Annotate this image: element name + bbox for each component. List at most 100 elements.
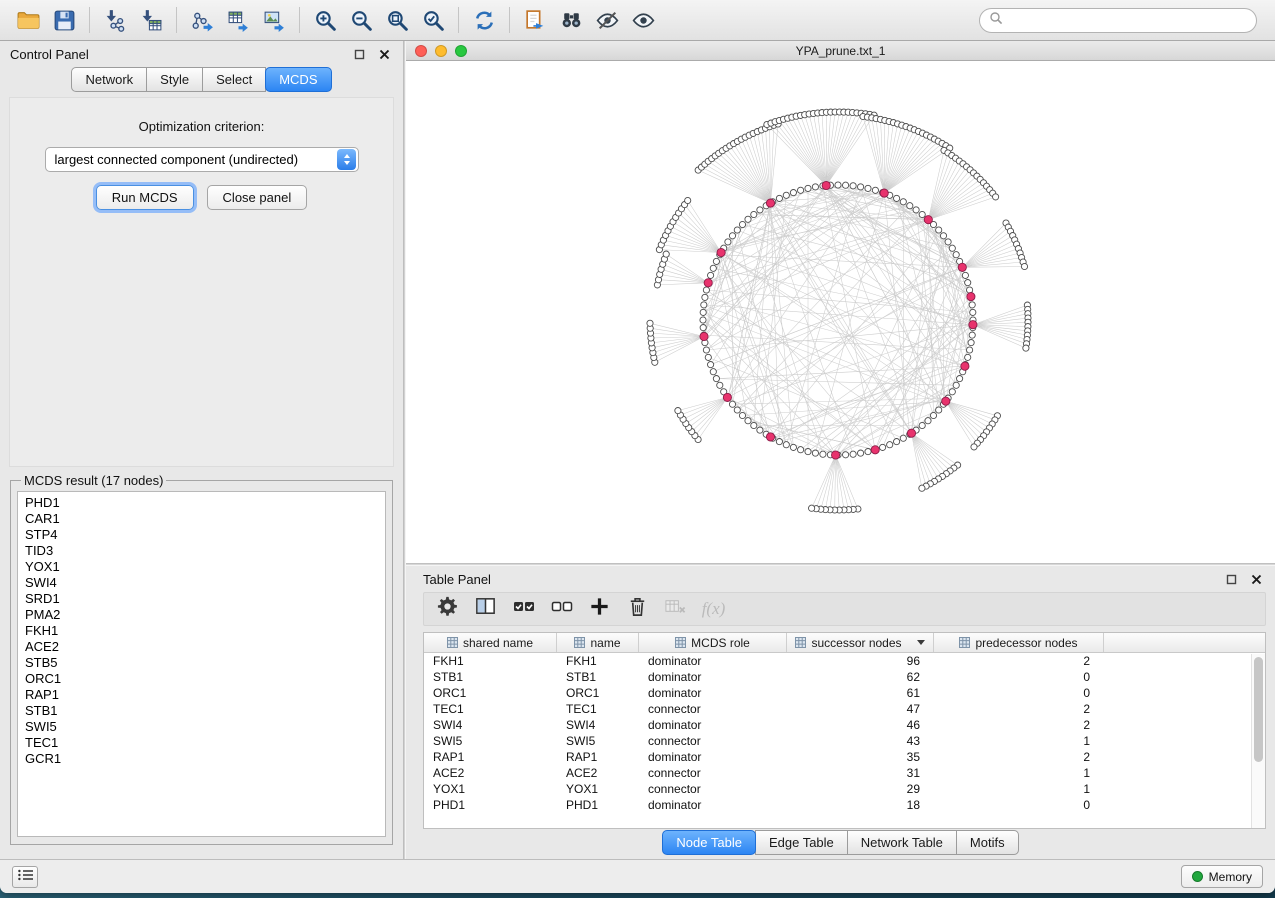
- zoom-out-button[interactable]: [343, 4, 379, 36]
- table-cell: 35: [787, 750, 934, 764]
- formula-builder-icon: f(x): [702, 599, 726, 619]
- zoom-in-button[interactable]: [307, 4, 343, 36]
- table-row[interactable]: SWI5SWI5connector431: [424, 733, 1265, 749]
- search-box[interactable]: [979, 8, 1257, 33]
- select-stepper-icon: [337, 149, 356, 170]
- table-scrollbar[interactable]: [1251, 654, 1265, 828]
- table-row[interactable]: FKH1FKH1dominator962: [424, 653, 1265, 669]
- zoom-fit-icon: [385, 8, 410, 33]
- close-panel-button[interactable]: Close panel: [207, 185, 308, 210]
- show-all-button[interactable]: [625, 4, 661, 36]
- column-type-icon: [574, 637, 585, 648]
- column-header-predecessor-nodes[interactable]: predecessor nodes: [934, 633, 1104, 652]
- table-cell: TEC1: [557, 702, 639, 716]
- table-cell: 43: [787, 734, 934, 748]
- column-header-successor-nodes[interactable]: successor nodes: [787, 633, 934, 652]
- status-bar: Memory: [0, 859, 1275, 893]
- refresh-view-button[interactable]: [466, 4, 502, 36]
- table-row[interactable]: STB1STB1dominator620: [424, 669, 1265, 685]
- mcds-result-item[interactable]: RAP1: [25, 687, 378, 703]
- close-panel-icon[interactable]: [375, 46, 393, 62]
- table-row[interactable]: SWI4SWI4dominator462: [424, 717, 1265, 733]
- mcds-result-item[interactable]: GCR1: [25, 751, 378, 767]
- mcds-result-item[interactable]: SWI4: [25, 575, 378, 591]
- minimize-window-button[interactable]: [435, 45, 447, 57]
- run-mcds-button[interactable]: Run MCDS: [96, 185, 194, 210]
- mcds-result-item[interactable]: PHD1: [25, 495, 378, 511]
- table-tab-motifs[interactable]: Motifs: [956, 830, 1019, 855]
- export-table-button[interactable]: [220, 4, 256, 36]
- table-row[interactable]: YOX1YOX1connector291: [424, 781, 1265, 797]
- select-all-button[interactable]: [508, 595, 539, 623]
- mcds-result-item[interactable]: ORC1: [25, 671, 378, 687]
- hide-selected-button[interactable]: [589, 4, 625, 36]
- column-label: successor nodes: [811, 636, 901, 650]
- search-input[interactable]: [1009, 13, 1247, 28]
- criterion-select[interactable]: largest connected component (undirected): [45, 147, 359, 172]
- table-cell: 29: [787, 782, 934, 796]
- table-options-button[interactable]: [432, 595, 463, 623]
- tab-style[interactable]: Style: [146, 67, 203, 92]
- mcds-result-item[interactable]: STB5: [25, 655, 378, 671]
- export-network-button[interactable]: [184, 4, 220, 36]
- import-table-button[interactable]: [133, 4, 169, 36]
- mcds-result-item[interactable]: YOX1: [25, 559, 378, 575]
- panels-menu-button[interactable]: [12, 866, 38, 888]
- save-session-button[interactable]: [46, 4, 82, 36]
- close-table-panel-icon[interactable]: [1247, 571, 1265, 587]
- mcds-result-item[interactable]: ACE2: [25, 639, 378, 655]
- table-row[interactable]: RAP1RAP1dominator352: [424, 749, 1265, 765]
- zoom-selected-button[interactable]: [415, 4, 451, 36]
- zoom-fit-button[interactable]: [379, 4, 415, 36]
- mcds-result-item[interactable]: TEC1: [25, 735, 378, 751]
- search-network-icon: [559, 8, 584, 33]
- memory-button[interactable]: Memory: [1181, 865, 1263, 888]
- table-tab-network-table[interactable]: Network Table: [847, 830, 957, 855]
- table-cell: STB1: [557, 670, 639, 684]
- mcds-result-item[interactable]: SWI5: [25, 719, 378, 735]
- add-column-icon: [588, 595, 611, 623]
- table-row[interactable]: PHD1PHD1dominator180: [424, 797, 1265, 813]
- table-row[interactable]: TEC1TEC1connector472: [424, 701, 1265, 717]
- table-tab-edge-table[interactable]: Edge Table: [755, 830, 848, 855]
- network-canvas[interactable]: [406, 61, 1275, 563]
- float-table-panel-icon[interactable]: [1222, 571, 1240, 587]
- maximize-window-button[interactable]: [455, 45, 467, 57]
- clone-network-button[interactable]: [517, 4, 553, 36]
- export-image-button[interactable]: [256, 4, 292, 36]
- show-all-icon: [631, 8, 656, 33]
- column-header-shared-name[interactable]: shared name: [424, 633, 557, 652]
- table-cell: RAP1: [424, 750, 557, 764]
- mcds-result-item[interactable]: PMA2: [25, 607, 378, 623]
- delete-table-icon: [664, 595, 687, 623]
- mcds-result-list[interactable]: PHD1CAR1STP4TID3YOX1SWI4SRD1PMA2FKH1ACE2…: [17, 491, 386, 837]
- column-header-filler: [1104, 633, 1265, 652]
- tab-mcds[interactable]: MCDS: [265, 67, 331, 92]
- tab-select[interactable]: Select: [202, 67, 266, 92]
- import-network-button[interactable]: [97, 4, 133, 36]
- column-header-MCDS-role[interactable]: MCDS role: [639, 633, 787, 652]
- mcds-result-item[interactable]: STP4: [25, 527, 378, 543]
- table-tab-node-table[interactable]: Node Table: [662, 830, 756, 855]
- table-cell: connector: [639, 734, 787, 748]
- delete-column-button[interactable]: [622, 595, 653, 623]
- deselect-all-button[interactable]: [546, 595, 577, 623]
- tab-network[interactable]: Network: [71, 67, 147, 92]
- table-row[interactable]: ORC1ORC1dominator610: [424, 685, 1265, 701]
- mcds-result-item[interactable]: CAR1: [25, 511, 378, 527]
- scrollbar-thumb[interactable]: [1254, 657, 1263, 762]
- float-panel-icon[interactable]: [350, 46, 368, 62]
- show-columns-button[interactable]: [470, 595, 501, 623]
- mcds-result-item[interactable]: STB1: [25, 703, 378, 719]
- open-session-button[interactable]: [10, 4, 46, 36]
- column-header-name[interactable]: name: [557, 633, 639, 652]
- search-network-button[interactable]: [553, 4, 589, 36]
- table-cell: PHD1: [557, 798, 639, 812]
- table-cell: ACE2: [424, 766, 557, 780]
- mcds-result-item[interactable]: TID3: [25, 543, 378, 559]
- mcds-result-item[interactable]: FKH1: [25, 623, 378, 639]
- add-column-button[interactable]: [584, 595, 615, 623]
- mcds-result-item[interactable]: SRD1: [25, 591, 378, 607]
- table-row[interactable]: ACE2ACE2connector311: [424, 765, 1265, 781]
- close-window-button[interactable]: [415, 45, 427, 57]
